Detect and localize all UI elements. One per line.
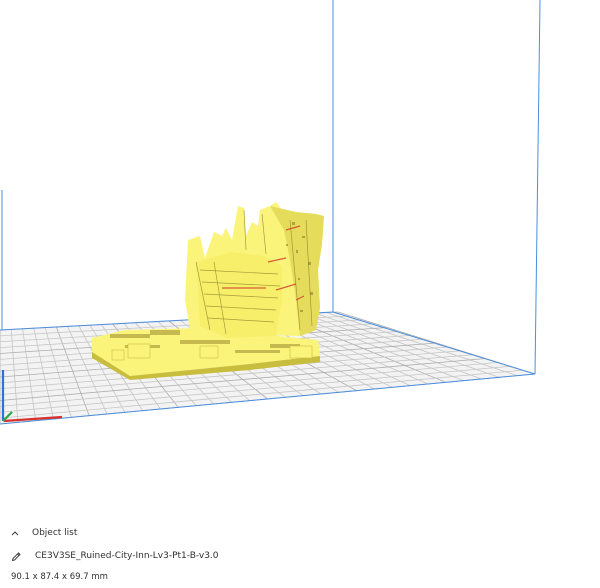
object-list-label[interactable]: Object list [32, 528, 77, 538]
object-name: CE3V3SE_Ruined-City-Inn-Lv3-Pt1-B-v3.0 [35, 551, 219, 561]
object-list-header[interactable]: Object list [10, 528, 77, 538]
object-name-row: CE3V3SE_Ruined-City-Inn-Lv3-Pt1-B-v3.0 [10, 550, 219, 562]
pencil-icon[interactable] [10, 550, 22, 562]
object-info-panel: Object list CE3V3SE_Ruined-City-Inn-Lv3-… [0, 520, 600, 588]
3d-viewport[interactable] [0, 0, 600, 588]
build-volume-scene[interactable] [0, 0, 600, 588]
model-ruined-city-inn[interactable] [92, 202, 324, 380]
chevron-up-icon[interactable] [10, 528, 20, 538]
object-dimensions: 90.1 x 87.4 x 69.7 mm [11, 572, 108, 582]
